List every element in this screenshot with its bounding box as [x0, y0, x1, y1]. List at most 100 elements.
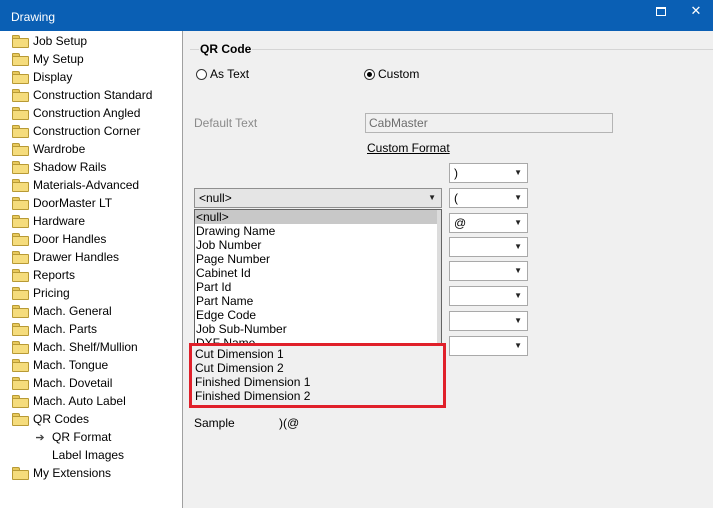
tree-item-label: Mach. General [33, 304, 112, 318]
folder-icon [12, 214, 29, 228]
folder-icon [12, 124, 29, 138]
separator-combo[interactable]: ▼ [449, 286, 528, 306]
window-title: Drawing [11, 10, 56, 24]
tree-item-mach-auto-label[interactable]: Mach. Auto Label [12, 392, 126, 410]
folder-icon [12, 412, 29, 426]
tree-item-label: Materials-Advanced [33, 178, 140, 192]
chevron-down-icon: ▼ [514, 242, 522, 251]
tree-item-mach-shelf-mullion[interactable]: Mach. Shelf/Mullion [12, 338, 138, 356]
separator-value: @ [454, 216, 467, 230]
tree-item-qr-codes[interactable]: QR Codes [12, 410, 89, 428]
dropdown-option[interactable]: <null> [195, 210, 441, 224]
chevron-down-icon: ▼ [514, 193, 522, 202]
dropdown-option[interactable]: Part Id [195, 280, 441, 294]
dropdown-option[interactable]: Job Sub-Number [195, 322, 441, 336]
folder-icon [12, 304, 29, 318]
tree-item-label: Hardware [33, 214, 86, 228]
field-dropdown-list[interactable]: <null> Drawing Name Job Number Page Number C… [194, 209, 442, 345]
tree-item-label: My Extensions [33, 466, 112, 480]
tree-item-shadow-rails[interactable]: Shadow Rails [12, 158, 106, 176]
tree-item-label: Construction Corner [33, 124, 141, 138]
folder-icon [12, 286, 29, 300]
radio-custom-label: Custom [378, 67, 420, 81]
default-text-field[interactable]: CabMaster [365, 113, 613, 133]
field-combo-value: <null> [199, 191, 232, 205]
chevron-down-icon: ▼ [428, 193, 436, 202]
chevron-down-icon: ▼ [514, 218, 522, 227]
separator-combo[interactable]: ▼ [449, 237, 528, 257]
radio-as-text[interactable]: As Text [196, 67, 249, 81]
tree-item-job-setup[interactable]: Job Setup [12, 32, 87, 50]
default-text-label: Default Text [194, 116, 258, 130]
folder-icon [12, 466, 29, 480]
tree-item-label: Wardrobe [33, 142, 86, 156]
separator-value: ( [454, 191, 458, 205]
tree-item-label: Mach. Dovetail [33, 376, 113, 390]
folder-icon [12, 70, 29, 84]
tree-item-reports[interactable]: Reports [12, 266, 75, 284]
tree-item-my-setup[interactable]: My Setup [12, 50, 84, 68]
separator-combo[interactable]: ▼ [449, 336, 528, 356]
tree-item-construction-standard[interactable]: Construction Standard [12, 86, 152, 104]
tree-item-label: Label Images [52, 448, 125, 462]
tree-item-label: QR Codes [33, 412, 90, 426]
tree-item-hardware[interactable]: Hardware [12, 212, 85, 230]
separator-combo[interactable]: ▼ [449, 311, 528, 331]
dropdown-option[interactable]: Drawing Name [195, 224, 441, 238]
tree-item-construction-angled[interactable]: Construction Angled [12, 104, 140, 122]
title-bar: Drawing ✕ [0, 0, 713, 31]
tree-item-pricing[interactable]: Pricing [12, 284, 70, 302]
dropdown-option[interactable]: Part Name [195, 294, 441, 308]
tree-item-materials-advanced[interactable]: Materials-Advanced [12, 176, 139, 194]
close-icon: ✕ [690, 3, 702, 18]
dropdown-option[interactable]: Job Number [195, 238, 441, 252]
maximize-icon [656, 7, 666, 17]
tree-item-doormaster-lt[interactable]: DoorMaster LT [12, 194, 112, 212]
tree-item-door-handles[interactable]: Door Handles [12, 230, 106, 248]
folder-icon [12, 322, 29, 336]
dropdown-option[interactable]: Cabinet Id [195, 266, 441, 280]
tree-item-label-images[interactable]: Label Images [34, 446, 124, 464]
chevron-down-icon: ▼ [514, 168, 522, 177]
separator-combo[interactable]: (▼ [449, 188, 528, 208]
tree-item-my-extensions[interactable]: My Extensions [12, 464, 111, 482]
tree-item-construction-corner[interactable]: Construction Corner [12, 122, 140, 140]
tree-item-label: Mach. Tongue [33, 358, 109, 372]
folder-icon [12, 340, 29, 354]
tree-item-label: Job Setup [33, 34, 88, 48]
dropdown-option[interactable]: Edge Code [195, 308, 441, 322]
tree-item-label: Construction Angled [33, 106, 141, 120]
dropdown-option[interactable]: Page Number [195, 252, 441, 266]
chevron-down-icon: ▼ [514, 291, 522, 300]
custom-format-link[interactable]: Custom Format [367, 141, 450, 155]
tree-item-mach-tongue[interactable]: Mach. Tongue [12, 356, 108, 374]
tree-item-mach-dovetail[interactable]: Mach. Dovetail [12, 374, 112, 392]
tree-item-mach-parts[interactable]: Mach. Parts [12, 320, 97, 338]
radio-custom-circle [364, 68, 375, 80]
folder-icon [12, 160, 29, 174]
folder-icon [12, 358, 29, 372]
tree-item-drawer-handles[interactable]: Drawer Handles [12, 248, 119, 266]
content-panel: QR Code As Text Custom Default Text CabM… [184, 31, 713, 508]
folder-icon [12, 88, 29, 102]
sample-value: )(@ [279, 416, 300, 430]
sample-label: Sample [194, 416, 235, 430]
maximize-button[interactable] [644, 0, 678, 22]
group-title: QR Code [199, 42, 253, 56]
radio-custom[interactable]: Custom [364, 67, 419, 81]
separator-combo[interactable]: ) ▼ [449, 163, 528, 183]
dropdown-scrollbar[interactable] [437, 210, 441, 344]
tree-item-qr-format[interactable]: ➔ QR Format [34, 428, 111, 446]
tree-item-display[interactable]: Display [12, 68, 72, 86]
separator-combo[interactable]: ▼ [449, 261, 528, 281]
folder-icon [12, 196, 29, 210]
tree-item-wardrobe[interactable]: Wardrobe [12, 140, 85, 158]
field-combo[interactable]: <null> ▼ [194, 188, 442, 208]
separator-combo[interactable]: @ ▼ [449, 213, 528, 233]
folder-icon [12, 232, 29, 246]
tree-item-label: Display [33, 70, 73, 84]
tree-item-mach-general[interactable]: Mach. General [12, 302, 112, 320]
group-divider [190, 49, 713, 50]
close-button[interactable]: ✕ [679, 0, 713, 22]
tree-item-label: Construction Standard [33, 88, 153, 102]
